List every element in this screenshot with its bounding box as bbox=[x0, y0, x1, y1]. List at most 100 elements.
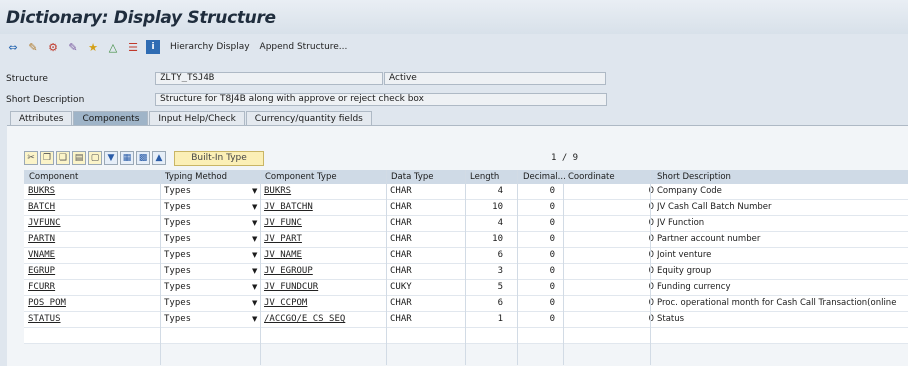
info-icon[interactable]: i bbox=[146, 40, 160, 54]
component-cell[interactable]: BATCH bbox=[28, 200, 156, 215]
table-row[interactable]: PARTN Types ▼ JV_PART CHAR 10 0 0 Partner accoun… bbox=[24, 232, 908, 248]
tab-input-help-check[interactable]: Input Help/Check bbox=[149, 111, 245, 126]
typing-method-cell[interactable]: Types bbox=[164, 232, 254, 247]
tab-attributes[interactable]: Attributes bbox=[10, 111, 73, 126]
column-divider bbox=[650, 170, 651, 365]
typing-method-cell[interactable]: Types bbox=[164, 264, 254, 279]
component-type-cell[interactable]: JV_CCPOM bbox=[264, 296, 384, 311]
component-type-cell[interactable]: JV_FUNC bbox=[264, 216, 384, 231]
component-cell[interactable]: BUKRS bbox=[28, 184, 156, 199]
component-type-cell[interactable]: BUKRS bbox=[264, 184, 384, 199]
table-row[interactable]: EGRUP Types ▼ JV_EGROUP CHAR 3 0 0 Equity group bbox=[24, 264, 908, 280]
coordinate-cell: 0 bbox=[648, 298, 654, 308]
filter-icon[interactable]: ▼ bbox=[104, 151, 118, 165]
structure-field[interactable]: ZLTY_TSJ4B bbox=[155, 72, 383, 85]
component-type-cell[interactable]: /ACCGO/E_CS_SEQ bbox=[264, 312, 384, 327]
component-cell[interactable]: EGRUP bbox=[28, 264, 156, 279]
dropdown-arrow-icon[interactable]: ▼ bbox=[252, 200, 257, 215]
where-used-icon[interactable]: △ bbox=[106, 40, 120, 54]
typing-method-cell[interactable]: Types bbox=[164, 312, 254, 327]
table-row[interactable]: BUKRS Types ▼ BUKRS CHAR 4 0 0 Company Code bbox=[24, 184, 908, 200]
typing-method-cell[interactable]: Types bbox=[164, 248, 254, 263]
dropdown-arrow-icon[interactable]: ▼ bbox=[252, 232, 257, 247]
check-icon[interactable]: ✎ bbox=[66, 40, 80, 54]
col-length[interactable]: Length bbox=[467, 170, 499, 184]
tab-components[interactable]: Components bbox=[73, 111, 149, 126]
table-view-icon[interactable]: ▦ bbox=[120, 151, 134, 165]
short-description-cell: Company Code bbox=[657, 186, 722, 196]
table-row[interactable]: BATCH Types ▼ JV_BATCHN CHAR 10 0 0 JV Cash Call… bbox=[24, 200, 908, 216]
copy-icon[interactable]: ❐ bbox=[40, 151, 54, 165]
empty-row[interactable] bbox=[24, 328, 908, 344]
hierarchy-display-button[interactable]: Hierarchy Display bbox=[170, 42, 250, 52]
component-type-cell[interactable]: JV_BATCHN bbox=[264, 200, 384, 215]
typing-method-cell[interactable]: Types bbox=[164, 280, 254, 295]
table-row[interactable]: JVFUNC Types ▼ JV_FUNC CHAR 4 0 0 JV Function bbox=[24, 216, 908, 232]
coordinate-cell: 0 bbox=[648, 266, 654, 276]
dropdown-arrow-icon[interactable]: ▼ bbox=[252, 296, 257, 311]
component-type-cell[interactable]: JV_NAME bbox=[264, 248, 384, 263]
component-type-cell[interactable]: JV_EGROUP bbox=[264, 264, 384, 279]
typing-method-cell[interactable]: Types bbox=[164, 200, 254, 215]
other-object-icon[interactable]: ✎ bbox=[26, 40, 40, 54]
table-row[interactable]: STATUS Types ▼/ACCGO/E_CS_SEQ CHAR 1 0 0 Status bbox=[24, 312, 908, 328]
coordinate-cell: 0 bbox=[648, 218, 654, 228]
column-divider bbox=[563, 170, 564, 365]
activate-icon[interactable]: ★ bbox=[86, 40, 100, 54]
dropdown-arrow-icon[interactable]: ▼ bbox=[252, 216, 257, 231]
back-icon[interactable]: ⇔ bbox=[6, 40, 20, 54]
table-row[interactable]: FCURR Types ▼ JV_FUNDCUR CUKY 5 0 0 Funding curr… bbox=[24, 280, 908, 296]
component-cell[interactable]: POS_POM bbox=[28, 296, 156, 311]
page-title: Dictionary: Display Structure bbox=[6, 8, 276, 28]
length-cell: 10 bbox=[492, 202, 503, 212]
short-description-label: Short Description bbox=[6, 95, 85, 105]
data-type-cell: CHAR bbox=[390, 186, 412, 196]
dropdown-arrow-icon[interactable]: ▼ bbox=[252, 280, 257, 295]
length-cell: 6 bbox=[497, 250, 503, 260]
typing-method-cell[interactable]: Types bbox=[164, 216, 254, 231]
typing-method-cell[interactable]: Types bbox=[164, 296, 254, 311]
table-row[interactable]: VNAME Types ▼ JV_NAME CHAR 6 0 0 Joint venture bbox=[24, 248, 908, 264]
display-change-icon[interactable]: ⚙ bbox=[46, 40, 60, 54]
short-description-cell: Joint venture bbox=[657, 250, 712, 260]
dropdown-arrow-icon[interactable]: ▼ bbox=[252, 184, 257, 199]
tab-currency-quantity-fields[interactable]: Currency/quantity fields bbox=[245, 111, 372, 126]
col-data-type[interactable]: Data Type bbox=[388, 170, 434, 184]
component-type-cell[interactable]: JV_PART bbox=[264, 232, 384, 247]
component-type-cell[interactable]: JV_FUNDCUR bbox=[264, 280, 384, 295]
dropdown-arrow-icon[interactable]: ▼ bbox=[252, 248, 257, 263]
decimals-cell: 0 bbox=[549, 234, 555, 244]
table-select-icon[interactable]: ▩ bbox=[136, 151, 150, 165]
built-in-type-button[interactable]: Built-In Type bbox=[174, 150, 264, 166]
col-decimals[interactable]: Decimal... bbox=[520, 170, 566, 184]
component-cell[interactable]: PARTN bbox=[28, 232, 156, 247]
col-typing-method[interactable]: Typing Method bbox=[162, 170, 227, 184]
data-type-cell: CUKY bbox=[390, 282, 412, 292]
decimals-cell: 0 bbox=[549, 218, 555, 228]
col-component[interactable]: Component bbox=[26, 170, 78, 184]
delete-row-icon[interactable]: ▢ bbox=[88, 151, 102, 165]
paste-icon[interactable]: ❏ bbox=[56, 151, 70, 165]
cut-icon[interactable]: ✂ bbox=[24, 151, 38, 165]
component-cell[interactable]: VNAME bbox=[28, 248, 156, 263]
col-short-description[interactable]: Short Description bbox=[654, 170, 731, 184]
hierarchy-icon[interactable]: ☰ bbox=[126, 40, 140, 54]
component-cell[interactable]: STATUS bbox=[28, 312, 156, 327]
status-field: Active bbox=[384, 72, 606, 85]
short-description-field[interactable]: Structure for T8J4B along with approve o… bbox=[155, 93, 607, 106]
col-coordinate[interactable]: Coordinate bbox=[565, 170, 615, 184]
column-divider bbox=[517, 170, 518, 365]
dropdown-arrow-icon[interactable]: ▼ bbox=[252, 312, 257, 327]
component-cell[interactable]: JVFUNC bbox=[28, 216, 156, 231]
dropdown-arrow-icon[interactable]: ▼ bbox=[252, 264, 257, 279]
typing-method-cell[interactable]: Types bbox=[164, 184, 254, 199]
insert-row-icon[interactable]: ▤ bbox=[72, 151, 86, 165]
sort-icon[interactable]: ▲ bbox=[152, 151, 166, 165]
length-cell: 4 bbox=[497, 218, 503, 228]
component-cell[interactable]: FCURR bbox=[28, 280, 156, 295]
data-type-cell: CHAR bbox=[390, 218, 412, 228]
coordinate-cell: 0 bbox=[648, 186, 654, 196]
col-component-type[interactable]: Component Type bbox=[262, 170, 337, 184]
append-structure-button[interactable]: Append Structure... bbox=[260, 42, 348, 52]
table-row[interactable]: POS_POM Types ▼ JV_CCPOM CHAR 6 0 0 Proc. operat… bbox=[24, 296, 908, 312]
